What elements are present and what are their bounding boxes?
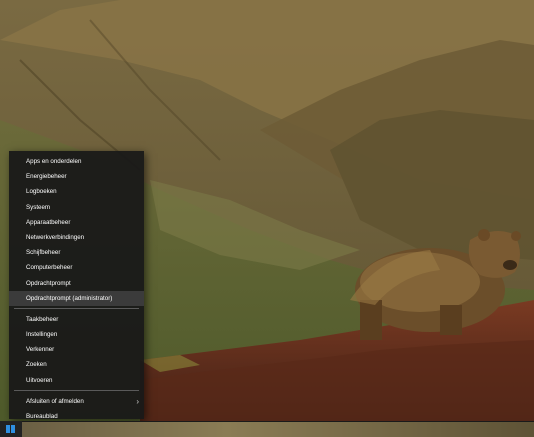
menu-item-computerbeheer[interactable]: Computerbeheer	[9, 260, 144, 275]
menu-item-systeem[interactable]: Systeem	[9, 200, 144, 215]
menu-item-label: Schijfbeheer	[26, 249, 61, 257]
menu-item-label: Uitvoeren	[26, 376, 53, 384]
desktop: Apps en onderdelen Energiebeheer Logboek…	[0, 0, 534, 437]
menu-item-opdrachtprompt[interactable]: Opdrachtprompt	[9, 276, 144, 291]
menu-separator	[14, 390, 139, 392]
menu-item-apparaatbeheer[interactable]: Apparaatbeheer	[9, 215, 144, 230]
menu-item-label: Systeem	[26, 203, 51, 211]
menu-item-netwerkverbindingen[interactable]: Netwerkverbindingen	[9, 230, 144, 245]
menu-item-label: Apps en onderdelen	[26, 158, 82, 165]
menu-item-schijfbeheer[interactable]: Schijfbeheer	[9, 245, 144, 260]
menu-item-label: Computerbeheer	[26, 264, 73, 272]
menu-item-label: Opdrachtprompt	[26, 279, 71, 287]
taskbar-wallpaper-strip	[22, 422, 534, 437]
menu-item-label: Apparaatbeheer	[26, 218, 71, 226]
taskbar	[0, 421, 534, 437]
menu-item-logboeken[interactable]: Logboeken	[9, 184, 144, 199]
menu-separator	[14, 308, 139, 310]
menu-item-label: Energiebeheer	[26, 173, 67, 181]
menu-item-opdrachtprompt-administrator[interactable]: Opdrachtprompt (administrator)	[9, 290, 144, 306]
menu-item-label: Bureaublad	[26, 413, 58, 420]
menu-item-label: Verkenner	[26, 346, 55, 354]
menu-item-energiebeheer[interactable]: Energiebeheer	[9, 169, 144, 184]
menu-item-label: Instellingen	[26, 331, 58, 339]
menu-item-label: Taakbeheer	[26, 315, 59, 323]
menu-item-apps-en-onderdelen[interactable]: Apps en onderdelen	[9, 154, 144, 169]
winx-context-menu: Apps en onderdelen Energiebeheer Logboek…	[9, 151, 144, 420]
menu-item-uitvoeren[interactable]: Uitvoeren	[9, 373, 144, 388]
menu-item-label: Afsluiten of afmelden	[26, 397, 84, 405]
menu-item-label: Opdrachtprompt (administrator)	[26, 294, 113, 302]
start-button[interactable]	[0, 421, 22, 437]
menu-item-label: Netwerkverbindingen	[26, 233, 85, 241]
menu-item-instellingen[interactable]: Instellingen	[9, 327, 144, 342]
chevron-right-icon: ›	[136, 396, 139, 406]
menu-item-afsluiten-of-afmelden[interactable]: Afsluiten of afmelden ›	[9, 394, 144, 409]
windows-logo-icon	[6, 425, 15, 433]
menu-item-taakbeheer[interactable]: Taakbeheer	[9, 312, 144, 327]
menu-item-verkenner[interactable]: Verkenner	[9, 342, 144, 357]
menu-item-zoeken[interactable]: Zoeken	[9, 357, 144, 372]
menu-item-label: Zoeken	[26, 361, 47, 369]
menu-item-label: Logboeken	[26, 188, 57, 196]
